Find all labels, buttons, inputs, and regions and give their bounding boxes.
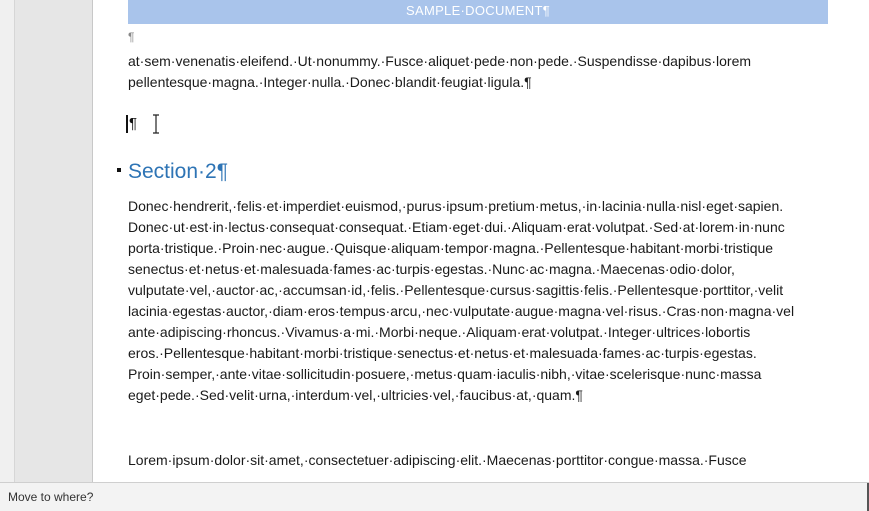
document-header-title: SAMPLE·DOCUMENT¶ [128,0,828,24]
empty-paragraph-mark: ¶ [128,30,135,44]
paragraph-1-line-1: at·sem·venenatis·eleifend.·Ut·nonummy.·F… [128,53,752,69]
section-2-line: Proin·semper,·ante·vitae·sollicitudin·po… [128,366,762,382]
status-prompt-text: Move to where? [8,490,94,504]
section-2-line: senectus·et·netus·et·malesuada·fames·ac·… [128,261,735,277]
section-2-line: porta·tristique.·Proin·nec·augue.·Quisqu… [128,240,774,256]
section-2-heading[interactable]: Section·2¶ [128,160,228,184]
section-2-line: Donec·ut·est·in·lectus·consequat·consequ… [128,219,785,235]
section-2-line: ante·adipiscing·rhoncus.·Vivamus·a·mi.·M… [128,324,751,340]
text-cursor-paragraph[interactable]: ¶ [126,115,137,133]
paragraph-3-line-1: Lorem·ipsum·dolor·sit·amet,·consectetuer… [128,452,747,468]
section-2-line: Donec·hendrerit,·felis·et·imperdiet·euis… [128,198,784,214]
section-2-line: lacinia·egestas·auctor,·diam·eros·tempus… [128,303,795,319]
ibeam-cursor-icon [153,114,159,134]
section-2-line: eros.·Pellentesque·habitant·morbi·tristi… [128,345,757,361]
document-content[interactable]: SAMPLE·DOCUMENT¶ ¶ at·sem·venenatis·elei… [92,0,869,482]
section-bullet-marker [117,168,121,172]
section-2-line: eget·pede.·Sed·velit·urna,·interdum·vel,… [128,387,583,403]
paragraph-1-line-2: pellentesque·magna.·Integer·nulla.·Donec… [128,74,532,90]
section-2-line: vulputate·vel,·auctor·ac,·accumsan·id,·f… [128,282,784,298]
status-bar: Move to where? [0,482,869,511]
left-gutter [0,0,15,482]
